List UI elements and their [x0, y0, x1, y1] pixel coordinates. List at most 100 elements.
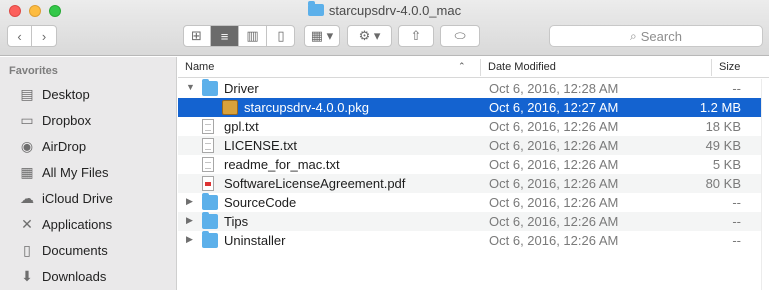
tag-button[interactable]: ⬭	[440, 25, 480, 47]
cover-flow-button[interactable]: ▯	[267, 26, 295, 46]
all-files-icon: ▦	[20, 163, 34, 180]
column-header-name[interactable]: Name	[185, 61, 214, 73]
list-row[interactable]: gpl.txt Oct 6, 2016, 12:26 AM 18 KB	[178, 117, 769, 136]
folder-icon	[202, 79, 218, 96]
applications-icon: ✕	[21, 215, 33, 232]
sidebar-heading: Favorites	[9, 65, 58, 77]
text-file-icon	[202, 157, 214, 172]
list-row[interactable]: ▶ SourceCode Oct 6, 2016, 12:26 AM --	[178, 193, 769, 212]
search-field[interactable]: ⌕ Search	[549, 25, 763, 47]
column-view-icon: ▥	[246, 28, 259, 43]
list-row[interactable]: starcupsdrv-4.0.0.pkg Oct 6, 2016, 12:27 …	[178, 98, 769, 117]
forward-button[interactable]: ›	[32, 26, 56, 46]
text-file-icon	[202, 138, 214, 153]
file-date-modified: Oct 6, 2016, 12:26 AM	[489, 195, 619, 210]
share-button[interactable]: ⇧	[398, 25, 434, 47]
pdf-file-icon	[202, 176, 214, 191]
sidebar-item-all-my-files[interactable]: ▦ All My Files	[0, 159, 177, 185]
list-header: Name ⌃ Date Modified Size	[178, 57, 769, 78]
search-icon: ⌕	[630, 28, 637, 43]
sidebar-item-label: iCloud Drive	[42, 190, 113, 206]
disclosure-expanded-icon[interactable]: ▼	[186, 82, 196, 92]
file-date-modified: Oct 6, 2016, 12:27 AM	[489, 100, 619, 115]
text-file-icon	[202, 119, 214, 134]
list-row[interactable]: LICENSE.txt Oct 6, 2016, 12:26 AM 49 KB	[178, 136, 769, 155]
disclosure-collapsed-icon[interactable]: ▶	[186, 215, 196, 226]
file-date-modified: Oct 6, 2016, 12:26 AM	[489, 233, 619, 248]
desktop-icon: ▤	[20, 85, 34, 102]
file-date-modified: Oct 6, 2016, 12:26 AM	[489, 157, 619, 172]
file-size: 80 KB	[705, 176, 741, 191]
file-size: --	[732, 214, 741, 229]
column-divider[interactable]	[480, 59, 481, 76]
list-view-button[interactable]: ≡	[211, 26, 239, 46]
file-size: --	[732, 195, 741, 210]
list-row[interactable]: ▼ Driver Oct 6, 2016, 12:28 AM --	[178, 79, 769, 98]
chevron-left-icon: ‹	[17, 28, 22, 44]
folder-icon	[202, 212, 218, 229]
sidebar-item-label: Dropbox	[42, 112, 92, 128]
file-date-modified: Oct 6, 2016, 12:26 AM	[489, 138, 619, 153]
disclosure-collapsed-icon[interactable]: ▶	[186, 234, 196, 245]
sidebar-item-label: All My Files	[42, 164, 109, 180]
group-icon: ▦ ▾	[310, 28, 334, 43]
downloads-icon: ⬇	[21, 267, 33, 284]
disclosure-collapsed-icon[interactable]: ▶	[186, 196, 196, 207]
file-date-modified: Oct 6, 2016, 12:28 AM	[489, 81, 619, 96]
file-name: Tips	[224, 214, 249, 229]
file-size: 1.2 MB	[699, 100, 741, 115]
column-view-button[interactable]: ▥	[239, 26, 267, 46]
sidebar-item-desktop[interactable]: ▤ Desktop	[0, 81, 177, 107]
navigation-buttons: ‹ ›	[7, 25, 57, 47]
file-name: SoftwareLicenseAgreement.pdf	[224, 176, 406, 191]
file-name: SourceCode	[224, 195, 297, 210]
sidebar-item-label: Desktop	[42, 86, 90, 102]
action-button[interactable]: ⚙ ▾	[347, 25, 392, 47]
toolbar: starcupsdrv-4.0.0_mac ‹ › ⊞ ≡ ▥ ▯ ▦ ▾ ⚙ …	[0, 0, 769, 56]
view-mode-control: ⊞ ≡ ▥ ▯	[183, 25, 295, 47]
group-by-button[interactable]: ▦ ▾	[304, 25, 340, 47]
file-name: Uninstaller	[224, 233, 286, 248]
file-name: Driver	[224, 81, 259, 96]
folder-icon: ▭	[20, 111, 34, 128]
file-date-modified: Oct 6, 2016, 12:26 AM	[489, 119, 619, 134]
gear-icon: ⚙ ▾	[358, 28, 381, 43]
airdrop-icon: ◉	[20, 137, 34, 154]
finder-window: starcupsdrv-4.0.0_mac ‹ › ⊞ ≡ ▥ ▯ ▦ ▾ ⚙ …	[0, 0, 769, 290]
file-size: --	[732, 233, 741, 248]
sidebar-item-label: Applications	[42, 216, 113, 232]
sidebar-item-dropbox[interactable]: ▭ Dropbox	[0, 107, 177, 133]
icon-view-button[interactable]: ⊞	[183, 26, 211, 46]
vertical-scrollbar[interactable]	[761, 79, 769, 290]
sort-ascending-icon: ⌃	[458, 61, 466, 71]
list-view-icon: ≡	[220, 28, 229, 44]
file-date-modified: Oct 6, 2016, 12:26 AM	[489, 176, 619, 191]
sidebar-item-label: Documents	[42, 242, 108, 258]
icon-view-icon: ⊞	[191, 28, 202, 43]
list-row[interactable]: ▶ Uninstaller Oct 6, 2016, 12:26 AM --	[178, 231, 769, 250]
package-icon	[222, 100, 238, 115]
list-row[interactable]: ▶ Tips Oct 6, 2016, 12:26 AM --	[178, 212, 769, 231]
sidebar-item-icloud-drive[interactable]: ☁ iCloud Drive	[0, 185, 177, 211]
documents-icon: ▯	[23, 241, 31, 258]
sidebar-item-airdrop[interactable]: ◉ AirDrop	[0, 133, 177, 159]
folder-icon	[307, 1, 324, 16]
file-size: 5 KB	[712, 157, 741, 172]
window-title: starcupsdrv-4.0.0_mac	[0, 1, 769, 20]
sidebar-item-label: AirDrop	[42, 138, 87, 154]
sidebar-item-downloads[interactable]: ⬇ Downloads	[0, 263, 177, 289]
column-divider[interactable]	[711, 59, 712, 76]
column-header-size[interactable]: Size	[719, 61, 740, 73]
file-name: starcupsdrv-4.0.0.pkg	[244, 100, 370, 115]
sidebar-item-applications[interactable]: ✕ Applications	[0, 211, 177, 237]
search-placeholder: Search	[640, 28, 682, 44]
sidebar-item-documents[interactable]: ▯ Documents	[0, 237, 177, 263]
cloud-icon: ☁	[20, 189, 34, 206]
column-header-date[interactable]: Date Modified	[488, 61, 556, 73]
list-row[interactable]: readme_for_mac.txt Oct 6, 2016, 12:26 AM 5…	[178, 155, 769, 174]
file-size: 49 KB	[705, 138, 741, 153]
list-row[interactable]: SoftwareLicenseAgreement.pdf Oct 6, 2016,…	[178, 174, 769, 193]
file-name: LICENSE.txt	[224, 138, 297, 153]
folder-icon	[202, 231, 218, 248]
back-button[interactable]: ‹	[8, 26, 32, 46]
